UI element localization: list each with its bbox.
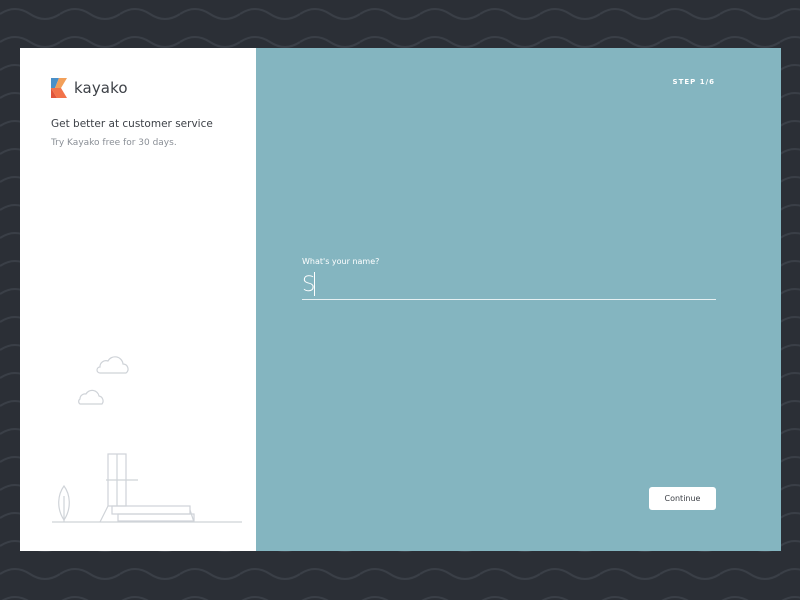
building-landscape-illustration [52, 356, 242, 523]
cloud-icon [78, 389, 104, 405]
left-panel: kayako Get better at customer service Tr… [20, 48, 256, 551]
continue-button[interactable]: Continue [649, 487, 716, 510]
trial-subtitle: Try Kayako free for 30 days. [51, 138, 177, 148]
name-field-label: What's your name? [302, 257, 380, 266]
tagline: Get better at customer service [51, 118, 213, 130]
step-indicator: STEP 1/6 [672, 78, 715, 86]
cloud-icon [96, 356, 129, 374]
form-panel: STEP 1/6 What's your name? Continue [256, 48, 781, 551]
signup-window: kayako Get better at customer service Tr… [20, 48, 781, 551]
text-caret [314, 272, 315, 296]
brand-name: kayako [74, 79, 128, 97]
kayako-logo: kayako [51, 78, 128, 98]
name-input[interactable] [302, 268, 716, 300]
kayako-logo-icon [51, 78, 67, 98]
